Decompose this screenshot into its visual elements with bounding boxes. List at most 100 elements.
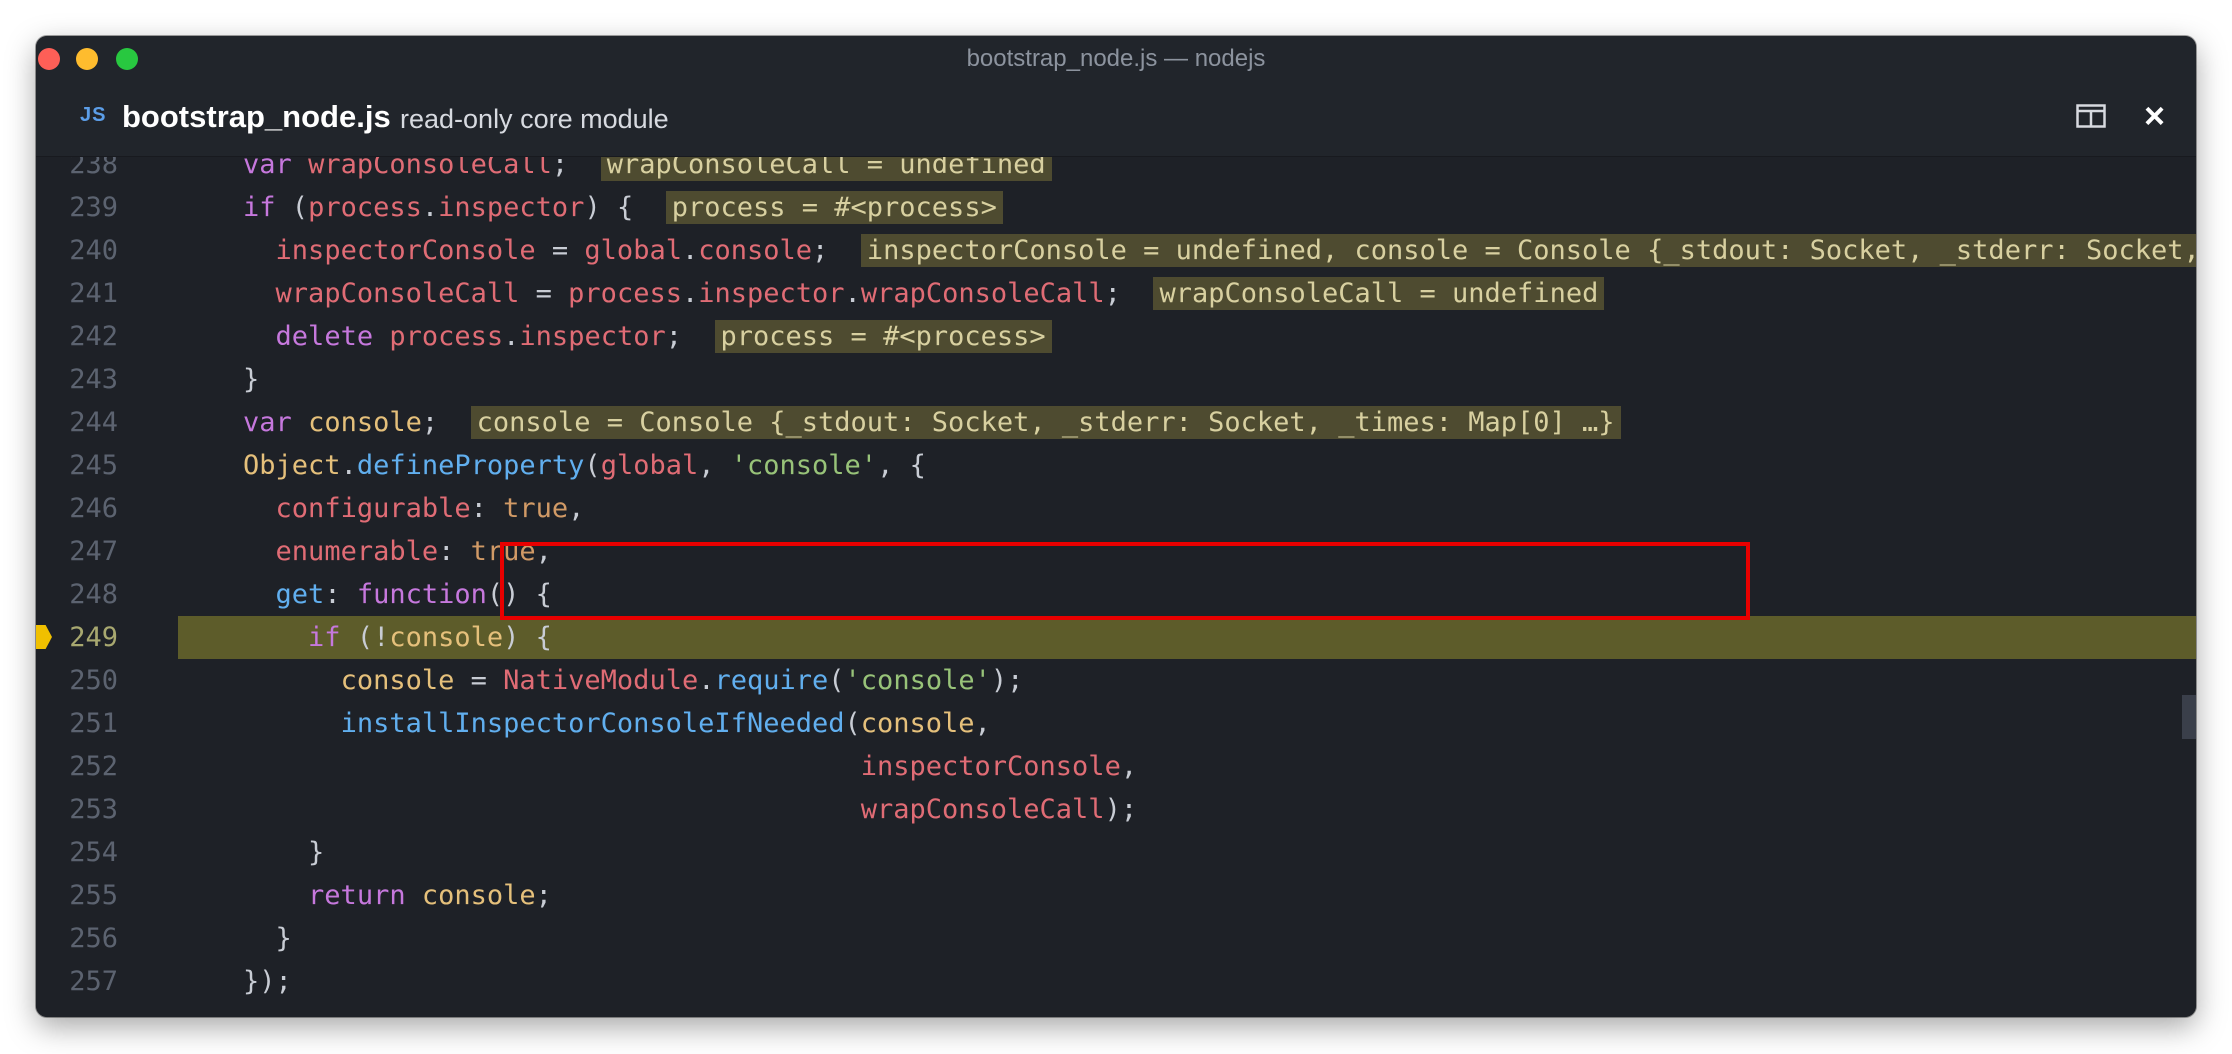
code-token: wrapConsoleCall [275, 278, 520, 309]
code-line[interactable]: 256 } [36, 917, 2196, 960]
code-token: ; [812, 235, 861, 266]
code-line[interactable]: 250 console = NativeModule.require('cons… [36, 659, 2196, 702]
code-token: ); [990, 665, 1024, 696]
code-token: inspector [698, 278, 845, 309]
line-number[interactable]: 251 [36, 702, 118, 745]
code-line[interactable]: 257 }); [36, 960, 2196, 1003]
code-token: 'console' [730, 450, 878, 481]
code-token: process [389, 321, 504, 352]
code-token: function [356, 579, 487, 610]
code-token: = [454, 665, 504, 696]
code-token: ; [421, 407, 471, 438]
code-line[interactable]: 249 if (!console) { [36, 616, 2196, 659]
code-text: } [178, 831, 324, 874]
code-line[interactable]: 238 var wrapConsoleCall; wrapConsoleCall… [36, 157, 2196, 186]
code-token: NativeModule [503, 665, 699, 696]
line-number[interactable]: 247 [36, 530, 118, 573]
line-number[interactable]: 254 [36, 831, 118, 874]
code-text: } [178, 917, 292, 960]
code-token: delete [275, 321, 374, 352]
line-number[interactable]: 238 [36, 157, 118, 186]
code-token: var [243, 157, 292, 180]
line-number[interactable]: 244 [36, 401, 118, 444]
code-line[interactable]: 240 inspectorConsole = global.console; i… [36, 229, 2196, 272]
code-text: inspectorConsole = global.console; inspe… [178, 229, 2196, 272]
code-token: , { [877, 450, 926, 481]
line-number[interactable]: 239 [36, 186, 118, 229]
inline-value: wrapConsoleCall = undefined [1153, 277, 1605, 310]
code-token: process [568, 278, 682, 309]
code-token: }); [243, 966, 292, 997]
line-number[interactable]: 248 [36, 573, 118, 616]
line-number[interactable]: 255 [36, 874, 118, 917]
maximize-window-button[interactable] [116, 48, 138, 70]
code-token: console [308, 407, 422, 438]
code-token: wrapConsoleCall [308, 157, 552, 180]
line-number[interactable]: 249 [36, 616, 118, 659]
code-token: } [243, 364, 260, 395]
code-token: console [421, 880, 536, 911]
code-token: . [503, 321, 520, 352]
code-token: true [503, 493, 569, 524]
line-number[interactable]: 240 [36, 229, 118, 272]
code-line[interactable]: 244 var console; console = Console {_std… [36, 401, 2196, 444]
code-token: installInspectorConsoleIfNeeded [340, 708, 845, 739]
code-text: delete process.inspector; process = #<pr… [178, 315, 1052, 358]
code-line[interactable]: 243 } [36, 358, 2196, 401]
code-token: , [568, 493, 585, 524]
code-token: , [1120, 751, 1138, 782]
code-token: console [340, 665, 455, 696]
code-editor[interactable]: 257 }); 256 } 255 return console; 254 } 253 … [36, 157, 2196, 1017]
code-line[interactable]: 245 Object.defineProperty(global, 'conso… [36, 444, 2196, 487]
inline-value: process = #<process> [665, 191, 1003, 224]
line-number[interactable]: 253 [36, 788, 118, 831]
code-token: } [275, 923, 292, 954]
code-token: console [860, 708, 975, 739]
code-line[interactable]: 255 return console; [36, 874, 2196, 917]
code-token: . [681, 278, 699, 309]
code-token: inspectorConsole [275, 235, 536, 266]
line-number[interactable]: 241 [36, 272, 118, 315]
code-token: inspector [438, 192, 585, 223]
line-number[interactable]: 252 [36, 745, 118, 788]
close-tab-icon[interactable]: × [2144, 96, 2165, 136]
split-view-icon[interactable] [2076, 104, 2106, 128]
close-window-button[interactable] [38, 48, 60, 70]
minimize-window-button[interactable] [76, 48, 98, 70]
code-token: defineProperty [356, 450, 585, 481]
line-number[interactable]: 245 [36, 444, 118, 487]
code-line[interactable]: 241 wrapConsoleCall = process.inspector.… [36, 272, 2196, 315]
line-number[interactable]: 242 [36, 315, 118, 358]
code-line[interactable]: 242 delete process.inspector; process = … [36, 315, 2196, 358]
code-line[interactable]: 246 configurable: true, [36, 487, 2196, 530]
annotation-highlight-box [500, 542, 1750, 620]
code-line[interactable]: 251 installInspectorConsoleIfNeeded(cons… [36, 702, 2196, 745]
code-line[interactable]: 252 inspectorConsole, [36, 745, 2196, 788]
code-token: wrapConsoleCall [860, 794, 1105, 825]
code-line[interactable]: 239 if (process.inspector) { process = #… [36, 186, 2196, 229]
code-line[interactable]: 253 wrapConsoleCall); [36, 788, 2196, 831]
code-line[interactable]: 254 } [36, 831, 2196, 874]
code-text: var wrapConsoleCall; wrapConsoleCall = u… [178, 157, 1052, 186]
code-token: configurable [275, 493, 471, 524]
code-text: installInspectorConsoleIfNeeded(console, [178, 702, 991, 745]
code-text: wrapConsoleCall); [178, 788, 1137, 831]
tab-filename[interactable]: bootstrap_node.js [122, 99, 391, 135]
scrollbar-marker[interactable] [2182, 695, 2196, 739]
line-number[interactable]: 246 [36, 487, 118, 530]
line-number[interactable]: 257 [36, 960, 118, 1003]
line-number[interactable]: 256 [36, 917, 118, 960]
line-number[interactable]: 250 [36, 659, 118, 702]
js-file-icon: JS [80, 104, 107, 126]
line-number[interactable]: 243 [36, 358, 118, 401]
